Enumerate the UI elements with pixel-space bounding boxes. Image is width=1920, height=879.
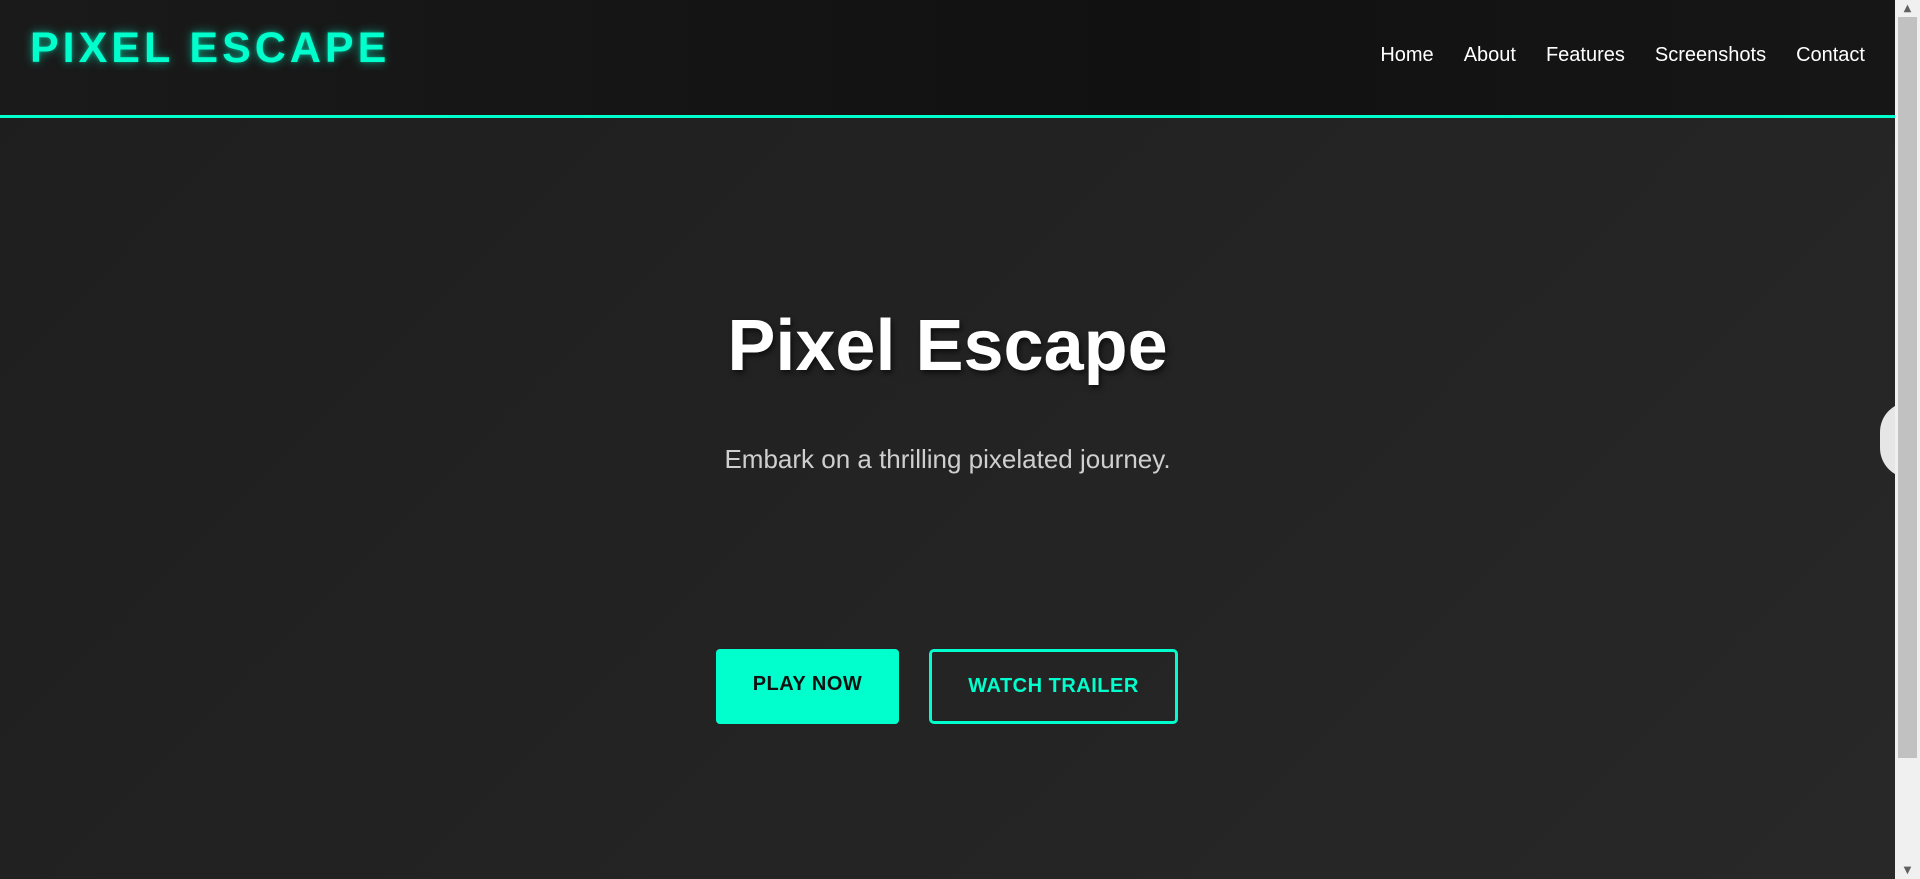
scrollbar-thumb[interactable] (1898, 17, 1917, 758)
hero-title: Pixel Escape (727, 306, 1168, 386)
play-now-button[interactable]: PLAY NOW (716, 649, 899, 724)
nav-link-screenshots[interactable]: Screenshots (1655, 43, 1766, 67)
nav-link-about[interactable]: About (1464, 43, 1516, 67)
scroll-down-arrow-icon[interactable]: ▼ (1895, 862, 1920, 879)
page-scrollbar[interactable]: ▲ ▼ (1895, 0, 1920, 879)
site-header: PIXEL ESCAPE Home About Features Screens… (0, 0, 1895, 118)
main-nav: Home About Features Screenshots Contact (1380, 43, 1865, 67)
nav-link-features[interactable]: Features (1546, 43, 1625, 67)
page: PIXEL ESCAPE Home About Features Screens… (0, 0, 1895, 879)
site-logo[interactable]: PIXEL ESCAPE (30, 27, 390, 70)
hero-subtitle: Embark on a thrilling pixelated journey. (724, 444, 1171, 474)
watch-trailer-button[interactable]: WATCH TRAILER (929, 649, 1178, 724)
hero-buttons: PLAY NOW WATCH TRAILER (716, 649, 1178, 724)
nav-link-home[interactable]: Home (1380, 43, 1433, 67)
scroll-up-arrow-icon[interactable]: ▲ (1895, 0, 1920, 17)
nav-link-contact[interactable]: Contact (1796, 43, 1865, 67)
hero-section (0, 121, 1895, 879)
